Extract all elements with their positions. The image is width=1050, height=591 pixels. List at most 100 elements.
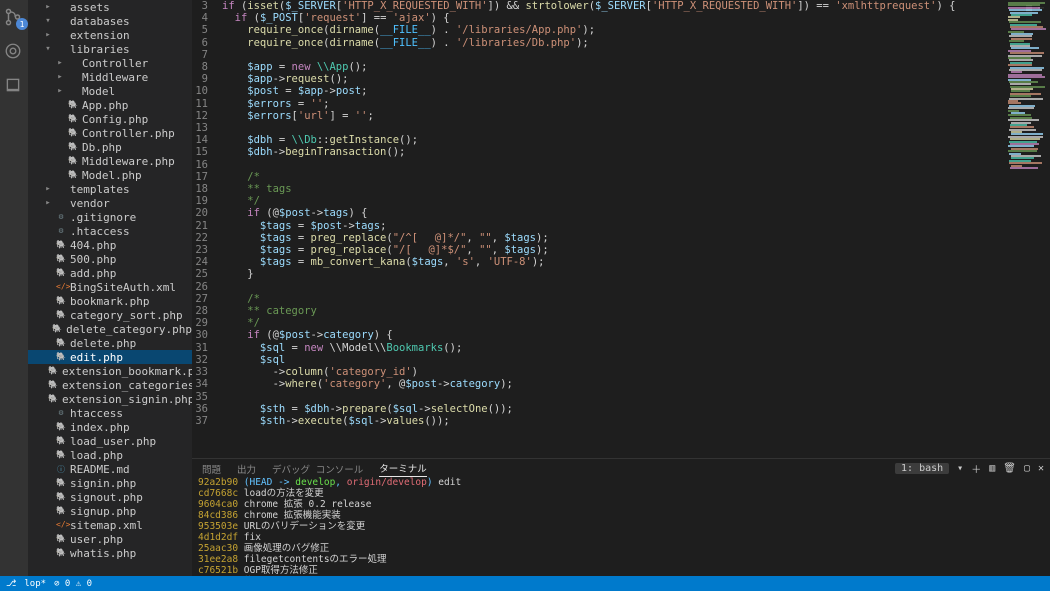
file-item[interactable]: 🐘Controller.php	[28, 126, 192, 140]
php-icon: 🐘	[56, 268, 66, 278]
folder-item[interactable]: ▸Model	[28, 84, 192, 98]
file-item[interactable]: 🐘category_sort.php	[28, 308, 192, 322]
new-terminal-icon[interactable]: ＋	[971, 461, 981, 476]
tree-label: templates	[70, 183, 130, 196]
git-log-line: 25aac30 画像処理のバグ修正	[198, 543, 1044, 554]
panel-tab[interactable]: デバッグ コンソール	[272, 462, 363, 476]
file-item[interactable]: 🐘add.php	[28, 266, 192, 280]
folder-item[interactable]: ▸Controller	[28, 56, 192, 70]
file-item[interactable]: 🐘Config.php	[28, 112, 192, 126]
trash-terminal-icon[interactable]: 🗑	[1003, 463, 1016, 474]
tree-label: delete_category.php	[66, 323, 192, 336]
file-item[interactable]: 🐘delete.php	[28, 336, 192, 350]
file-item[interactable]: 🐘signup.php	[28, 504, 192, 518]
tree-label: Middleware	[82, 71, 148, 84]
file-item[interactable]: ⓘREADME.md	[28, 462, 192, 476]
line-number: 37	[192, 415, 222, 427]
debug-icon[interactable]	[4, 76, 24, 96]
line-number: 18	[192, 183, 222, 195]
minimap[interactable]	[1006, 2, 1046, 182]
panel-tab[interactable]: 出力	[237, 462, 256, 476]
code-view[interactable]: 3if (isset($_SERVER['HTTP_X_REQUESTED_WI…	[192, 0, 1004, 458]
line-number: 17	[192, 171, 222, 183]
code-line: 27 /*	[192, 293, 1004, 305]
code-line: 18 ** tags	[192, 183, 1004, 195]
file-item[interactable]: 🐘index.php	[28, 420, 192, 434]
line-number: 20	[192, 207, 222, 219]
folder-item[interactable]: ▸vendor	[28, 196, 192, 210]
php-icon: 🐘	[68, 170, 78, 180]
php-icon: 🐘	[56, 352, 66, 362]
line-number: 31	[192, 342, 222, 354]
line-number: 36	[192, 403, 222, 415]
tree-label: edit.php	[70, 351, 123, 364]
code-line: 17 /*	[192, 171, 1004, 183]
folder-item[interactable]: ▾libraries	[28, 42, 192, 56]
file-item[interactable]: 🐘Middleware.php	[28, 154, 192, 168]
extensions-icon[interactable]	[4, 42, 24, 62]
status-problems[interactable]: ⊘ 0 ⚠ 0	[54, 579, 92, 589]
panel-tab[interactable]: ターミナル	[379, 461, 427, 477]
php-icon: 🐘	[48, 380, 58, 390]
tree-label: Db.php	[82, 141, 122, 154]
file-item[interactable]: 🐘Model.php	[28, 168, 192, 182]
status-branch-icon[interactable]: ⎇	[6, 579, 16, 589]
file-item[interactable]: 🐘whatis.php	[28, 546, 192, 560]
line-number: 22	[192, 232, 222, 244]
folder-item[interactable]: ▾databases	[28, 14, 192, 28]
file-item[interactable]: 🐘extension_signin.php	[28, 392, 192, 406]
tree-label: extension_bookmark.php	[62, 365, 192, 378]
file-item[interactable]: 🐘500.php	[28, 252, 192, 266]
file-item[interactable]: 🐘App.php	[28, 98, 192, 112]
tree-label: extension_categories.php	[62, 379, 192, 392]
terminal-dropdown-icon[interactable]: ▾	[957, 463, 963, 474]
line-number: 25	[192, 268, 222, 280]
terminal-selector[interactable]: 1: bash	[895, 463, 949, 474]
terminal-output[interactable]: 92a2b90 (HEAD -> develop, origin/develop…	[198, 477, 1044, 576]
php-icon: 🐘	[56, 506, 66, 516]
tree-label: Config.php	[82, 113, 148, 126]
file-item[interactable]: 🐘signin.php	[28, 476, 192, 490]
tree-arrow-icon: ▾	[44, 16, 52, 26]
folder-item[interactable]: ▸extension	[28, 28, 192, 42]
file-item[interactable]: 🐘 user.php	[28, 532, 192, 546]
file-item[interactable]: </>BingSiteAuth.xml	[28, 280, 192, 294]
split-terminal-icon[interactable]: ▥	[989, 463, 995, 474]
file-item[interactable]: 🐘load_user.php	[28, 434, 192, 448]
status-branch[interactable]: lop*	[24, 579, 46, 589]
code-line: 33 ->column('category_id')	[192, 366, 1004, 378]
tree-label: Controller	[82, 57, 148, 70]
scm-icon[interactable]: 1	[4, 8, 24, 28]
file-item[interactable]: 🐘 edit.php	[28, 350, 192, 364]
close-panel-icon[interactable]: ✕	[1038, 463, 1044, 474]
line-number: 11	[192, 98, 222, 110]
panel-tab[interactable]: 問題	[202, 462, 221, 476]
file-item[interactable]: 🐘load.php	[28, 448, 192, 462]
line-number: 27	[192, 293, 222, 305]
activity-bar: 1	[0, 0, 28, 591]
file-item[interactable]: 🐘signout.php	[28, 490, 192, 504]
folder-item[interactable]: ▸templates	[28, 182, 192, 196]
file-item[interactable]: 🐘 extension_categories.php	[28, 378, 192, 392]
file-item[interactable]: </>sitemap.xml	[28, 518, 192, 532]
folder-icon	[68, 58, 78, 68]
tree-label: vendor	[70, 197, 110, 210]
file-item[interactable]: ⚙.gitignore	[28, 210, 192, 224]
file-item[interactable]: ⚙.htaccess	[28, 224, 192, 238]
file-item[interactable]: 🐘extension_bookmark.php	[28, 364, 192, 378]
folder-item[interactable]: ▸assets	[28, 0, 192, 14]
php-icon: 🐘	[56, 240, 66, 250]
file-item[interactable]: 🐘bookmark.php	[28, 294, 192, 308]
file-item[interactable]: ⚙htaccess	[28, 406, 192, 420]
file-item[interactable]: 🐘Db.php	[28, 140, 192, 154]
maximize-panel-icon[interactable]: ▢	[1024, 463, 1030, 474]
file-item[interactable]: 🐘delete_category.php	[28, 322, 192, 336]
tree-arrow-icon: ▸	[44, 30, 52, 40]
folder-item[interactable]: ▸Middleware	[28, 70, 192, 84]
tree-label: user.php	[70, 533, 123, 546]
code-line: 4 if ($_POST['request'] == 'ajax') {	[192, 12, 1004, 24]
file-item[interactable]: 🐘404.php	[28, 238, 192, 252]
tree-arrow-icon: ▾	[44, 44, 52, 54]
php-icon: 🐘	[56, 534, 66, 544]
xml-icon: </>	[56, 520, 66, 530]
